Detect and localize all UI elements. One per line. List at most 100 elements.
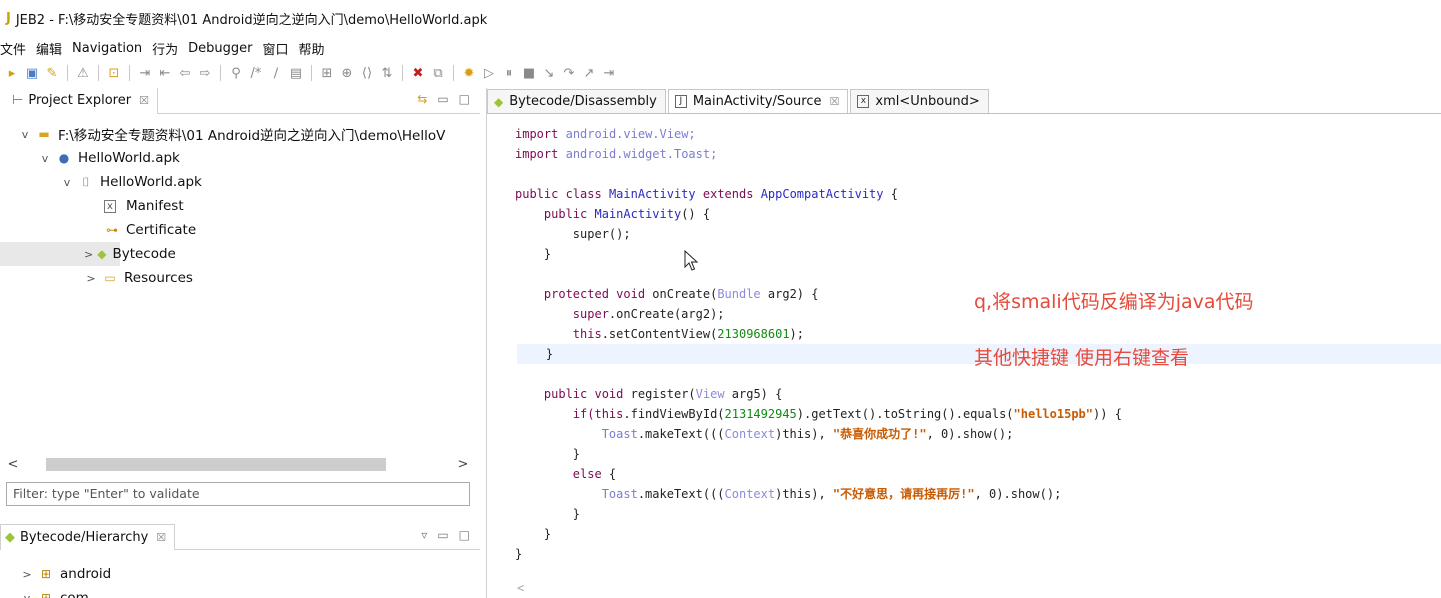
- jump-icon[interactable]: ⇥: [135, 66, 155, 81]
- tree-item-helloworld-apk-unit[interactable]: v ⌷ HelloWorld.apk: [0, 170, 480, 194]
- chevron-down-icon[interactable]: v: [38, 152, 52, 165]
- code-line-super: super();: [572, 227, 631, 241]
- tree-item-root-folder[interactable]: v ▬ F:\移动安全专题资料\01 Android逆向之逆向入门\demo\H…: [0, 122, 480, 146]
- split-icon[interactable]: ⇅: [377, 66, 397, 81]
- hierarchy-tab-bar: ◆ Bytecode/Hierarchy ☒ ▿ ▭ □: [0, 523, 480, 550]
- tree-item-android-package[interactable]: > ⊞ android: [0, 562, 470, 586]
- project-tree: v ▬ F:\移动安全专题资料\01 Android逆向之逆向入门\demo\H…: [0, 122, 480, 452]
- jeb-app-icon: J: [6, 10, 11, 26]
- jump-back-icon[interactable]: ⇤: [155, 66, 175, 81]
- code-line-close: }: [515, 547, 523, 561]
- annotation-shortcut-note: 其他快捷键 使用右键查看: [974, 347, 1190, 369]
- toolbar-separator: [67, 65, 68, 81]
- mouse-cursor-icon: [684, 250, 699, 271]
- stop-icon[interactable]: ■: [519, 66, 539, 81]
- step-into-icon[interactable]: ↘: [539, 66, 559, 81]
- window-title: JEB2 - F:\移动安全专题资料\01 Android逆向之逆向入门\dem…: [15, 12, 488, 28]
- chevron-down-icon[interactable]: v: [20, 592, 34, 598]
- debug-icon[interactable]: ✹: [459, 66, 479, 81]
- menu-file[interactable]: 文件: [0, 39, 36, 58]
- tree-item-label: F:\移动安全专题资料\01 Android逆向之逆向入门\demo\Hello…: [58, 128, 446, 144]
- code-icon[interactable]: ⟨⟩: [357, 66, 377, 81]
- menu-edit[interactable]: 编辑: [36, 39, 72, 58]
- run-to-line-icon[interactable]: ⇥: [599, 66, 619, 81]
- navigate-forward-icon[interactable]: ⇨: [195, 66, 215, 81]
- step-over-icon[interactable]: ↷: [559, 66, 579, 81]
- menu-window[interactable]: 窗口: [263, 39, 299, 58]
- open-icon[interactable]: ▸: [2, 66, 22, 81]
- package-icon: ⊞: [40, 567, 52, 581]
- code-line-import-toast: import android.widget.Toast;: [515, 147, 718, 161]
- comment-icon[interactable]: /*: [246, 66, 266, 81]
- save-icon[interactable]: ▣: [22, 66, 42, 81]
- toolbar-separator: [220, 65, 221, 81]
- new-project-icon[interactable]: ⊡: [104, 66, 124, 81]
- code-line-else: else {: [572, 467, 617, 481]
- tree-item-manifest[interactable]: x Manifest: [0, 194, 480, 218]
- close-icon[interactable]: ☒: [139, 94, 149, 107]
- navigate-back-icon[interactable]: ⇦: [175, 66, 195, 81]
- menu-debugger[interactable]: Debugger: [188, 41, 262, 56]
- grid-icon[interactable]: ⊞: [317, 66, 337, 81]
- properties-icon[interactable]: ✎: [42, 66, 62, 81]
- code-line-if: if(this.findViewById(2131492945).getText…: [572, 407, 1122, 421]
- maximize-icon[interactable]: □: [459, 528, 470, 542]
- tree-item-resources[interactable]: > ▭ Resources: [0, 266, 480, 290]
- step-out-icon[interactable]: ↗: [579, 66, 599, 81]
- source-code-view[interactable]: import android.view.View; import android…: [487, 116, 1441, 598]
- project-explorer-icon: ⊢: [12, 93, 24, 108]
- code-line-super-oncreate: super.onCreate(arg2);: [572, 307, 725, 321]
- delete-icon[interactable]: ✖: [408, 66, 428, 81]
- maximize-icon[interactable]: □: [459, 92, 470, 106]
- menu-help[interactable]: 帮助: [299, 39, 335, 58]
- warning-icon[interactable]: ⚠: [73, 66, 93, 81]
- xml-file-icon: x: [857, 95, 870, 108]
- title-bar: J JEB2 - F:\移动安全专题资料\01 Android逆向之逆向入门\d…: [0, 0, 1441, 36]
- chevron-down-icon[interactable]: v: [60, 176, 74, 189]
- grid-plus-icon[interactable]: ⊕: [337, 66, 357, 81]
- tree-item-certificate[interactable]: ⊶ Certificate: [0, 218, 480, 242]
- tab-bytecode-disassembly[interactable]: ◆ Bytecode/Disassembly: [487, 89, 666, 113]
- pause-icon[interactable]: ⏸: [499, 66, 519, 81]
- toolbar-separator: [98, 65, 99, 81]
- document-icon[interactable]: ▤: [286, 66, 306, 81]
- chevron-right-icon[interactable]: >: [84, 272, 98, 285]
- edit-icon[interactable]: ∕: [266, 66, 286, 81]
- tree-item-com-package[interactable]: v ⊞ com: [0, 586, 470, 598]
- menu-navigation[interactable]: Navigation: [72, 41, 152, 56]
- horizontal-scrollbar[interactable]: < >: [6, 456, 470, 472]
- tree-item-label: HelloWorld.apk: [100, 174, 202, 190]
- view-menu-icon[interactable]: ▿: [421, 528, 427, 542]
- tree-item-helloworld-apk[interactable]: v ● HelloWorld.apk: [0, 146, 480, 170]
- scroll-track[interactable]: [26, 457, 450, 471]
- tree-item-label: Bytecode: [112, 246, 176, 262]
- tab-xml-unbound[interactable]: x xml<Unbound>: [850, 89, 989, 113]
- minimize-icon[interactable]: ▭: [437, 92, 448, 106]
- tab-project-explorer[interactable]: ⊢ Project Explorer ☒: [0, 87, 158, 114]
- scroll-left-icon[interactable]: <: [6, 457, 20, 472]
- code-line-import-view: import android.view.View;: [515, 127, 696, 141]
- link-with-editor-icon[interactable]: ⇆: [417, 92, 427, 106]
- tab-bytecode-hierarchy[interactable]: ◆ Bytecode/Hierarchy ☒: [0, 523, 176, 550]
- minimize-icon[interactable]: ▭: [437, 528, 448, 542]
- tree-item-label: Resources: [124, 270, 193, 286]
- tree-item-label: android: [60, 566, 112, 582]
- scroll-right-icon[interactable]: >: [456, 457, 470, 472]
- chevron-down-icon[interactable]: v: [18, 128, 32, 141]
- chevron-right-icon[interactable]: >: [20, 568, 34, 581]
- chevron-right-icon[interactable]: >: [84, 248, 93, 261]
- android-icon: ◆: [494, 94, 504, 109]
- close-icon[interactable]: ☒: [156, 531, 166, 544]
- code-line-close: }: [543, 247, 552, 261]
- tree-item-bytecode[interactable]: > ◆ Bytecode: [0, 242, 176, 266]
- resume-icon[interactable]: ▷: [479, 66, 499, 81]
- code-line-toast-fail: Toast.makeText(((Context)this), "不好意思，请再…: [601, 487, 1062, 501]
- rename-icon[interactable]: ⚲: [226, 66, 246, 81]
- copy-icon[interactable]: ⧉: [428, 66, 448, 81]
- close-icon[interactable]: ☒: [830, 95, 840, 108]
- tab-mainactivity-source[interactable]: J MainActivity/Source ☒: [667, 89, 849, 113]
- scroll-thumb[interactable]: [46, 457, 386, 471]
- filter-input[interactable]: Filter: type "Enter" to validate: [6, 482, 470, 506]
- menu-action[interactable]: 行为: [152, 39, 188, 58]
- code-line-toast-success: Toast.makeText(((Context)this), "恭喜你成功了!…: [601, 427, 1014, 441]
